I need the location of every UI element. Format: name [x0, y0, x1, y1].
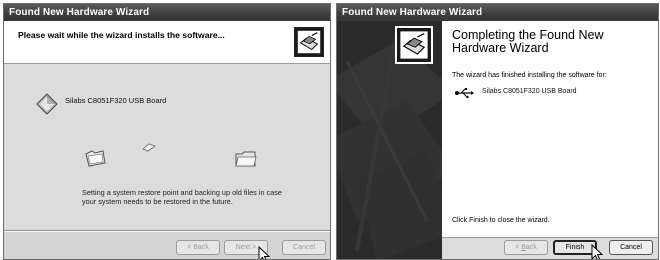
usb-icon [455, 88, 474, 99]
back-button-rest: ack [525, 244, 537, 251]
wizard-side-banner [337, 21, 442, 259]
completion-content: Completing the Found New Hardware Wizard… [442, 21, 658, 237]
button-divider [4, 230, 330, 232]
status-text: Setting a system restore point and backi… [82, 188, 282, 206]
hardware-wizard-icon [395, 26, 433, 64]
device-name: Silabs C8051F320 USB Board [65, 96, 167, 105]
cancel-button[interactable]: Cancel [282, 240, 326, 255]
window-title: Found New Hardware Wizard [337, 4, 658, 21]
window-title: Found New Hardware Wizard [4, 4, 330, 21]
installing-wizard-window: Found New Hardware Wizard Please wait wh… [3, 3, 331, 260]
close-instruction: Click Finish to close the wizard. [452, 217, 550, 224]
back-button[interactable]: < Back [504, 240, 548, 255]
wizard-header: Please wait while the wizard installs th… [4, 21, 330, 64]
mouse-pointer-icon [258, 246, 271, 259]
paper-flying-icon [142, 143, 156, 152]
mouse-pointer-icon [591, 244, 604, 259]
folder-icon [235, 151, 257, 167]
back-button[interactable]: < Back [176, 240, 220, 255]
completing-wizard-window: Found New Hardware Wizard Completing the… [336, 3, 659, 260]
finished-text: The wizard has finished installing the s… [452, 72, 607, 79]
device-diamond-icon [36, 93, 58, 115]
device-name: Silabs C8051F320 USB Board [482, 88, 577, 95]
folder-icon [85, 150, 106, 167]
cancel-button[interactable]: Cancel [609, 240, 653, 255]
wizard-body: Silabs C8051F320 USB Board Setting a sys… [4, 64, 330, 229]
completion-heading: Completing the Found New Hardware Wizard [452, 28, 604, 55]
hardware-wizard-icon [294, 27, 324, 57]
header-text: Please wait while the wizard installs th… [18, 30, 225, 40]
